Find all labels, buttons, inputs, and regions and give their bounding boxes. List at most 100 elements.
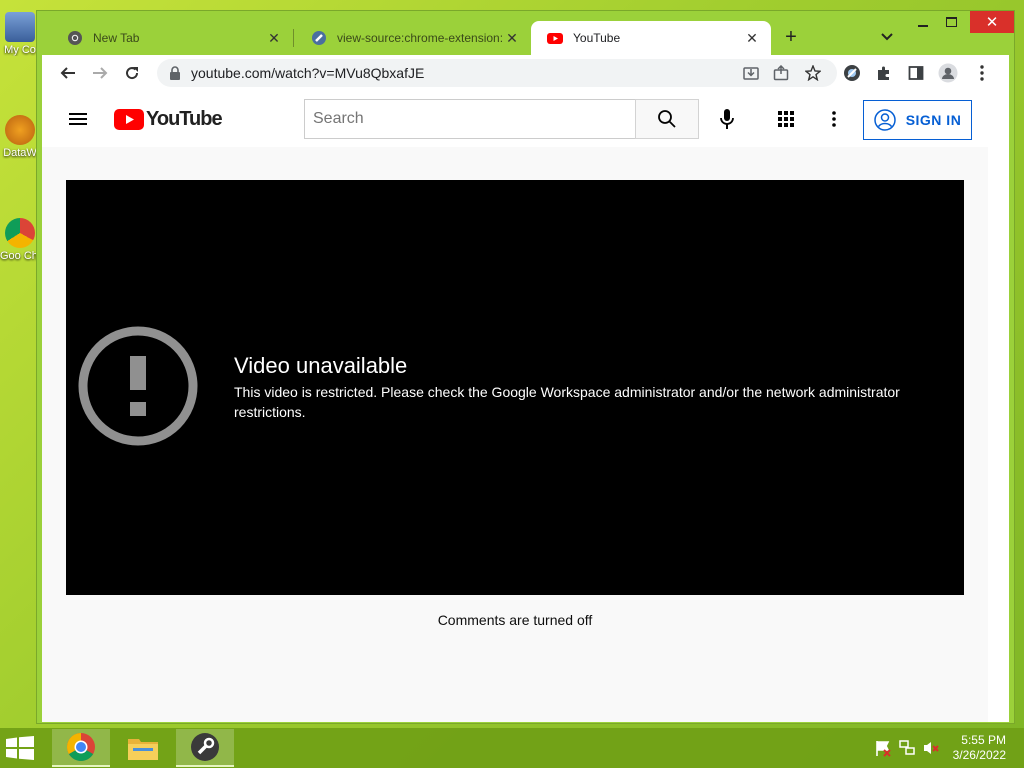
tab-separator: [293, 29, 294, 47]
menu-button[interactable]: [66, 107, 90, 131]
share-button[interactable]: [768, 60, 794, 86]
desktop-icon-label: DataW: [3, 147, 37, 159]
hamburger-icon: [69, 113, 87, 125]
tab-title: YouTube: [573, 31, 621, 45]
extension-button[interactable]: [839, 60, 865, 86]
browser-menu-button[interactable]: [969, 60, 995, 86]
youtube-header: YouTube SIGN IN: [42, 91, 988, 147]
browser-toolbar: youtube.com/watch?v=MVu8QbxafJE: [42, 55, 1009, 91]
back-button[interactable]: [55, 60, 81, 86]
lock-icon: [170, 66, 180, 80]
plus-icon: +: [785, 25, 797, 48]
apps-grid-icon: [778, 111, 794, 127]
search-button[interactable]: [635, 99, 699, 139]
folder-icon: [128, 739, 158, 760]
sign-in-label: SIGN IN: [905, 112, 962, 128]
sign-in-button[interactable]: SIGN IN: [863, 100, 972, 140]
comments-status: Comments are turned off: [437, 612, 593, 628]
logo-text: YouTube: [146, 108, 223, 130]
close-icon[interactable]: ✕: [503, 29, 521, 47]
install-icon: [743, 67, 759, 80]
new-tab-button[interactable]: +: [779, 25, 803, 49]
close-icon[interactable]: ✕: [265, 29, 283, 47]
clock-time: 5:55 PM: [961, 733, 1006, 747]
forward-button[interactable]: [87, 60, 113, 86]
datawarehouse-icon: [5, 115, 35, 145]
taskbar: 5:55 PM 3/26/2022: [0, 728, 1024, 768]
side-panel-button[interactable]: [903, 60, 929, 86]
speaker-muted-icon: [924, 742, 939, 754]
chrome-icon: [67, 733, 95, 761]
chrome-icon: [5, 218, 35, 248]
chevron-down-icon: [881, 33, 893, 41]
desktop-icon-datawarehouse[interactable]: DataW: [0, 115, 40, 159]
star-icon: [805, 65, 821, 81]
desktop-icon-label: My Co: [4, 44, 36, 56]
close-icon[interactable]: ✕: [743, 29, 761, 47]
error-message: This video is restricted. Please check t…: [234, 384, 900, 420]
more-vertical-icon: [832, 111, 836, 127]
start-button[interactable]: [6, 736, 34, 760]
side-panel-icon: [908, 66, 924, 80]
youtube-icon: [547, 33, 563, 44]
computer-icon: [5, 12, 35, 42]
reload-button[interactable]: [119, 60, 145, 86]
windows-logo-icon: [6, 736, 34, 760]
chrome-icon: [68, 31, 82, 45]
tab-youtube[interactable]: YouTube ✕: [531, 21, 771, 55]
extensions-menu-button[interactable]: [871, 60, 897, 86]
maximize-icon: [945, 17, 957, 27]
search-input[interactable]: [304, 99, 635, 139]
profile-button[interactable]: [935, 60, 961, 86]
desktop-icon-google-chrome[interactable]: Goo Chr: [0, 218, 40, 262]
microphone-icon: [720, 109, 734, 129]
youtube-logo[interactable]: YouTube: [114, 108, 223, 131]
arrow-left-icon: [60, 67, 75, 79]
bookmark-button[interactable]: [800, 60, 826, 86]
network-icon[interactable]: [898, 739, 916, 757]
more-vertical-icon: [980, 65, 984, 81]
share-icon: [773, 65, 789, 81]
error-exclamation-icon: [78, 326, 198, 446]
address-url: youtube.com/watch?v=MVu8QbxafJE: [191, 65, 425, 81]
tab-view-source[interactable]: view-source:chrome-extension:// ✕: [295, 21, 531, 55]
volume-icon[interactable]: [922, 739, 940, 757]
tab-new-tab[interactable]: New Tab ✕: [51, 21, 293, 55]
profile-icon: [938, 63, 958, 83]
address-bar[interactable]: youtube.com/watch?v=MVu8QbxafJE: [157, 59, 837, 87]
youtube-play-icon: [114, 109, 144, 130]
extension-globe-icon: [844, 65, 860, 81]
page-scrollbar[interactable]: [988, 91, 1009, 722]
voice-search-button[interactable]: [715, 107, 739, 131]
tab-title: view-source:chrome-extension://: [337, 31, 503, 45]
desktop-icon-label: Goo Chr: [0, 250, 40, 262]
maximize-button[interactable]: [938, 11, 964, 33]
tab-search-button[interactable]: [875, 25, 899, 49]
taskbar-chrome[interactable]: [52, 729, 110, 767]
tab-strip: New Tab ✕ view-source:chrome-extension:/…: [37, 11, 1014, 55]
page-content: YouTube SIGN IN: [42, 91, 1009, 722]
action-center-icon[interactable]: [874, 739, 892, 757]
clock-date: 3/26/2022: [952, 748, 1006, 762]
browser-window: New Tab ✕ view-source:chrome-extension:/…: [36, 10, 1015, 724]
minimize-button[interactable]: [910, 11, 936, 33]
account-circle-icon: [873, 109, 896, 131]
settings-button[interactable]: [822, 107, 846, 131]
desktop-icon-my-computer[interactable]: My Co: [0, 12, 40, 56]
search-icon: [658, 110, 676, 128]
extension-icon: [312, 31, 326, 45]
flag-icon: [876, 741, 891, 757]
network-wired-icon: [899, 740, 915, 755]
tab-title: New Tab: [93, 31, 140, 45]
reload-icon: [126, 67, 139, 80]
system-clock[interactable]: 5:55 PM 3/26/2022: [946, 733, 1006, 763]
window-close-button[interactable]: ✕: [970, 11, 1014, 33]
apps-button[interactable]: [774, 107, 798, 131]
install-app-button[interactable]: [738, 60, 764, 86]
taskbar-file-explorer[interactable]: [114, 729, 172, 767]
arrow-right-icon: [93, 67, 108, 79]
video-player[interactable]: Video unavailable This video is restrict…: [66, 180, 964, 595]
minimize-icon: [918, 25, 928, 27]
taskbar-tools-app[interactable]: [176, 729, 234, 767]
wrench-icon: [191, 733, 219, 761]
